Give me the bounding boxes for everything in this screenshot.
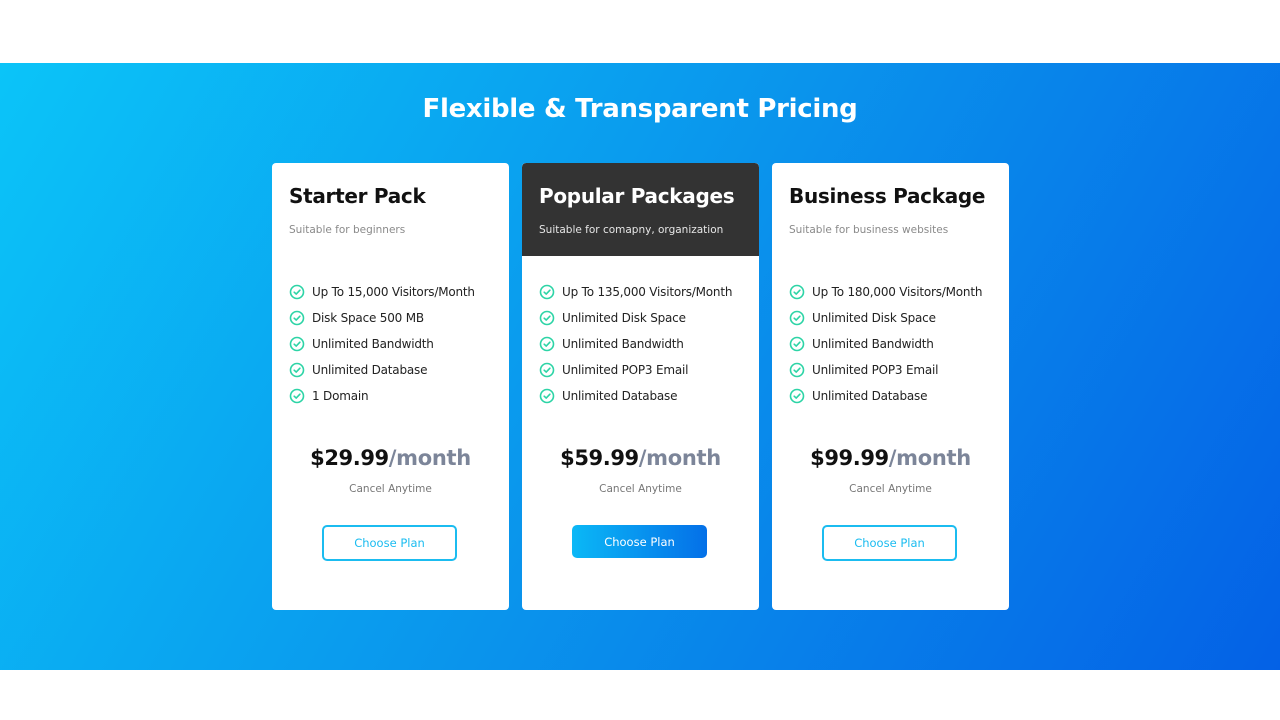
check-circle-icon	[539, 362, 555, 378]
feature-text: Unlimited Disk Space	[562, 311, 686, 325]
price-period: /month	[388, 446, 471, 470]
cancel-note: Cancel Anytime	[599, 483, 682, 495]
feature-item: Unlimited Bandwidth	[539, 331, 759, 357]
plan-description: Suitable for comapny, organization	[539, 224, 724, 236]
check-circle-icon	[789, 336, 805, 352]
check-circle-icon	[289, 310, 305, 326]
price-period: /month	[888, 446, 971, 470]
check-circle-icon	[289, 388, 305, 404]
feature-item: Unlimited Bandwidth	[289, 331, 509, 357]
choose-plan-button[interactable]: Choose Plan	[822, 525, 957, 561]
price-amount: $29.99	[310, 446, 389, 470]
card-header: Popular Packages Suitable for comapny, o…	[522, 163, 759, 256]
feature-item: Unlimited Disk Space	[789, 305, 1009, 331]
check-circle-icon	[289, 362, 305, 378]
check-circle-icon	[539, 388, 555, 404]
feature-item: Unlimited Bandwidth	[789, 331, 1009, 357]
feature-item: Up To 135,000 Visitors/Month	[539, 279, 759, 305]
feature-text: 1 Domain	[312, 389, 369, 403]
feature-text: Unlimited Database	[562, 389, 678, 403]
plan-name: Popular Packages	[539, 184, 735, 208]
check-circle-icon	[789, 284, 805, 300]
check-circle-icon	[539, 336, 555, 352]
cancel-note: Cancel Anytime	[349, 483, 432, 495]
feature-text: Unlimited POP3 Email	[562, 363, 689, 377]
card-header: Starter Pack Suitable for beginners	[272, 163, 509, 256]
check-circle-icon	[789, 310, 805, 326]
price-row: $59.99/month	[522, 443, 759, 475]
feature-list: Up To 180,000 Visitors/Month Unlimited D…	[772, 256, 1009, 409]
feature-text: Unlimited Database	[812, 389, 928, 403]
feature-text: Up To 135,000 Visitors/Month	[562, 285, 733, 299]
feature-text: Unlimited Database	[312, 363, 428, 377]
price-row: $29.99/month	[272, 443, 509, 475]
feature-item: Unlimited POP3 Email	[789, 357, 1009, 383]
feature-item: Unlimited POP3 Email	[539, 357, 759, 383]
pricing-card-popular: Popular Packages Suitable for comapny, o…	[522, 163, 759, 610]
feature-item: Up To 180,000 Visitors/Month	[789, 279, 1009, 305]
feature-list: Up To 135,000 Visitors/Month Unlimited D…	[522, 256, 759, 409]
feature-text: Unlimited Bandwidth	[312, 337, 434, 351]
check-circle-icon	[539, 284, 555, 300]
plan-description: Suitable for business websites	[789, 224, 949, 236]
price-period: /month	[638, 446, 721, 470]
check-circle-icon	[289, 336, 305, 352]
feature-text: Disk Space 500 MB	[312, 311, 424, 325]
plan-description: Suitable for beginners	[289, 224, 406, 236]
feature-item: 1 Domain	[289, 383, 509, 409]
feature-item: Up To 15,000 Visitors/Month	[289, 279, 509, 305]
section-title: Flexible & Transparent Pricing	[422, 94, 858, 124]
feature-text: Unlimited POP3 Email	[812, 363, 939, 377]
feature-text: Up To 15,000 Visitors/Month	[312, 285, 475, 299]
pricing-card-starter: Starter Pack Suitable for beginners Up T…	[272, 163, 509, 610]
check-circle-icon	[289, 284, 305, 300]
pricing-card-business: Business Package Suitable for business w…	[772, 163, 1009, 610]
feature-item: Unlimited Database	[289, 357, 509, 383]
price-amount: $59.99	[560, 446, 639, 470]
price-row: $99.99/month	[772, 443, 1009, 475]
feature-list: Up To 15,000 Visitors/Month Disk Space 5…	[272, 256, 509, 409]
feature-item: Disk Space 500 MB	[289, 305, 509, 331]
feature-text: Unlimited Disk Space	[812, 311, 936, 325]
check-circle-icon	[539, 310, 555, 326]
cancel-note: Cancel Anytime	[849, 483, 932, 495]
plan-name: Business Package	[789, 184, 986, 208]
feature-text: Up To 180,000 Visitors/Month	[812, 285, 983, 299]
feature-item: Unlimited Database	[539, 383, 759, 409]
card-header: Business Package Suitable for business w…	[772, 163, 1009, 256]
feature-text: Unlimited Bandwidth	[562, 337, 684, 351]
feature-text: Unlimited Bandwidth	[812, 337, 934, 351]
plan-name: Starter Pack	[289, 184, 426, 208]
choose-plan-button[interactable]: Choose Plan	[322, 525, 457, 561]
feature-item: Unlimited Disk Space	[539, 305, 759, 331]
feature-item: Unlimited Database	[789, 383, 1009, 409]
check-circle-icon	[789, 362, 805, 378]
choose-plan-button[interactable]: Choose Plan	[572, 525, 707, 558]
check-circle-icon	[789, 388, 805, 404]
price-amount: $99.99	[810, 446, 889, 470]
